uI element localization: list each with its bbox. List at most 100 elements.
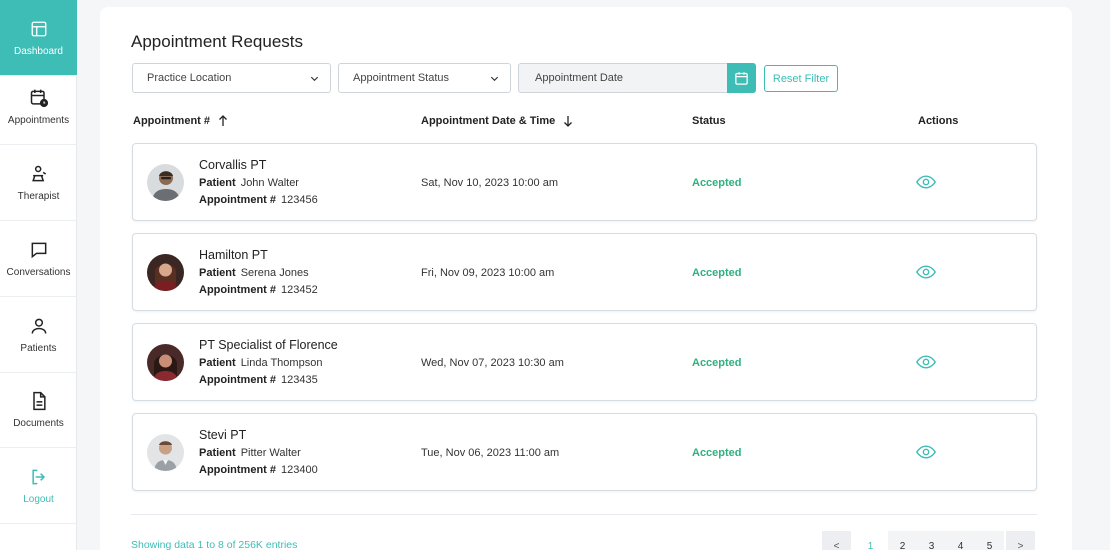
clinic-name: PT Specialist of Florence	[199, 338, 338, 352]
table-row[interactable]: Corvallis PT Patient John Walter Appointm…	[132, 143, 1037, 221]
column-header-status: Status	[692, 115, 726, 127]
appointment-number-label: Appointment #	[199, 374, 276, 386]
calendar-icon	[735, 71, 748, 85]
appointment-date-label: Appointment Date	[535, 72, 624, 84]
pagination-page-3[interactable]: 3	[917, 531, 946, 550]
chevron-down-icon	[310, 76, 319, 82]
eye-icon[interactable]	[916, 444, 936, 460]
logout-icon	[29, 467, 49, 487]
patient-name: John Walter	[240, 177, 299, 189]
column-header-label: Actions	[918, 115, 959, 127]
eye-icon[interactable]	[916, 354, 936, 370]
appointment-number: 123456	[281, 194, 318, 206]
appointment-datetime: Tue, Nov 06, 2023 11:00 am	[421, 447, 560, 459]
sidebar-item-label: Dashboard	[14, 45, 63, 57]
appointment-number: 123452	[281, 284, 318, 296]
sidebar-item-label: Conversations	[6, 266, 71, 278]
appointment-number-info: Appointment # 123452	[199, 284, 318, 296]
sidebar-item-documents[interactable]: Documents	[0, 372, 77, 448]
avatar	[147, 164, 184, 201]
entries-summary: Showing data 1 to 8 of 256K entries	[131, 539, 298, 550]
appointment-number-info: Appointment # 123400	[199, 464, 318, 476]
patient-name: Linda Thompson	[240, 357, 323, 369]
date-picker-button[interactable]	[727, 63, 756, 93]
appointment-datetime: Sat, Nov 10, 2023 10:00 am	[421, 177, 558, 189]
sidebar: Dashboard Appointments Therapist Convers…	[0, 0, 77, 550]
status-badge: Accepted	[692, 177, 742, 189]
pagination-prev[interactable]: <	[822, 531, 851, 550]
sidebar-item-dashboard[interactable]: Dashboard	[0, 0, 77, 76]
sidebar-item-label: Documents	[13, 417, 64, 429]
patient-label: Patient	[199, 177, 236, 189]
column-header-label: Appointment #	[133, 115, 210, 127]
appointment-date-input[interactable]: Appointment Date	[518, 63, 755, 93]
eye-icon[interactable]	[916, 174, 936, 190]
sidebar-item-label: Patients	[20, 342, 57, 354]
reset-filter-button[interactable]: Reset Filter	[764, 65, 838, 92]
pagination-page-2[interactable]: 2	[888, 531, 917, 550]
sidebar-item-therapist[interactable]: Therapist	[0, 145, 77, 221]
column-header-label: Appointment Date & Time	[421, 115, 556, 127]
appointment-number-info: Appointment # 123435	[199, 374, 318, 386]
pagination-next[interactable]: >	[1006, 531, 1035, 550]
appointment-number: 123400	[281, 464, 318, 476]
clinic-name: Corvallis PT	[199, 158, 267, 172]
chat-icon	[29, 240, 49, 260]
eye-icon[interactable]	[916, 264, 936, 280]
sidebar-item-patients[interactable]: Patients	[0, 297, 77, 373]
status-badge: Accepted	[692, 267, 742, 279]
practice-location-label: Practice Location	[147, 72, 232, 84]
pagination-page-5[interactable]: 5	[975, 531, 1004, 550]
page-title: Appointment Requests	[131, 32, 303, 51]
sidebar-item-conversations[interactable]: Conversations	[0, 221, 77, 297]
arrow-down-icon[interactable]	[563, 115, 573, 127]
arrow-up-icon[interactable]	[218, 115, 228, 127]
clinic-name: Hamilton PT	[199, 248, 268, 262]
appointment-number-label: Appointment #	[199, 284, 276, 296]
patient-info: Patient Linda Thompson	[199, 357, 322, 369]
avatar	[147, 434, 184, 471]
sidebar-item-label: Therapist	[17, 190, 60, 202]
status-badge: Accepted	[692, 357, 742, 369]
sidebar-item-appointments[interactable]: Appointments	[0, 69, 77, 145]
appointment-number: 123435	[281, 374, 318, 386]
table-row[interactable]: Stevi PT Patient Pitter Walter Appointmen…	[132, 413, 1037, 491]
patient-info: Patient Pitter Walter	[199, 447, 301, 459]
appointment-status-select[interactable]: Appointment Status	[338, 63, 511, 93]
patient-label: Patient	[199, 447, 236, 459]
patient-info: Patient Serena Jones	[199, 267, 309, 279]
appointment-datetime: Fri, Nov 09, 2023 10:00 am	[421, 267, 555, 279]
column-header-label: Status	[692, 115, 726, 127]
avatar	[147, 344, 184, 381]
layout-icon	[29, 19, 49, 39]
chevron-down-icon	[490, 76, 499, 82]
table-row[interactable]: PT Specialist of Florence Patient Linda T…	[132, 323, 1037, 401]
practice-location-select[interactable]: Practice Location	[132, 63, 331, 93]
column-header-actions: Actions	[918, 115, 958, 127]
sidebar-item-label: Appointments	[7, 114, 70, 126]
patient-label: Patient	[199, 357, 236, 369]
document-icon	[29, 391, 49, 411]
column-header-datetime[interactable]: Appointment Date & Time	[421, 115, 573, 127]
sidebar-item-label: Logout	[23, 493, 54, 505]
sidebar-item-logout[interactable]: Logout	[0, 448, 77, 524]
patient-label: Patient	[199, 267, 236, 279]
patient-name: Serena Jones	[240, 267, 309, 279]
column-header-appointment[interactable]: Appointment #	[133, 115, 228, 127]
appointment-datetime: Wed, Nov 07, 2023 10:30 am	[421, 357, 564, 369]
footer-divider	[131, 514, 1037, 515]
status-badge: Accepted	[692, 447, 742, 459]
pagination-page-4[interactable]: 4	[946, 531, 975, 550]
clinic-name: Stevi PT	[199, 428, 247, 442]
appointment-number-label: Appointment #	[199, 464, 276, 476]
patient-info: Patient John Walter	[199, 177, 299, 189]
patient-name: Pitter Walter	[240, 447, 301, 459]
appointment-status-label: Appointment Status	[353, 72, 450, 84]
pagination-page-1[interactable]: 1	[856, 531, 885, 550]
avatar	[147, 254, 184, 291]
calendar-clock-icon	[29, 88, 49, 108]
table-row[interactable]: Hamilton PT Patient Serena Jones Appointm…	[132, 233, 1037, 311]
appointment-number-info: Appointment # 123456	[199, 194, 318, 206]
appointment-requests-card: Appointment Requests Practice Location A…	[100, 7, 1072, 550]
therapist-icon	[29, 164, 49, 184]
